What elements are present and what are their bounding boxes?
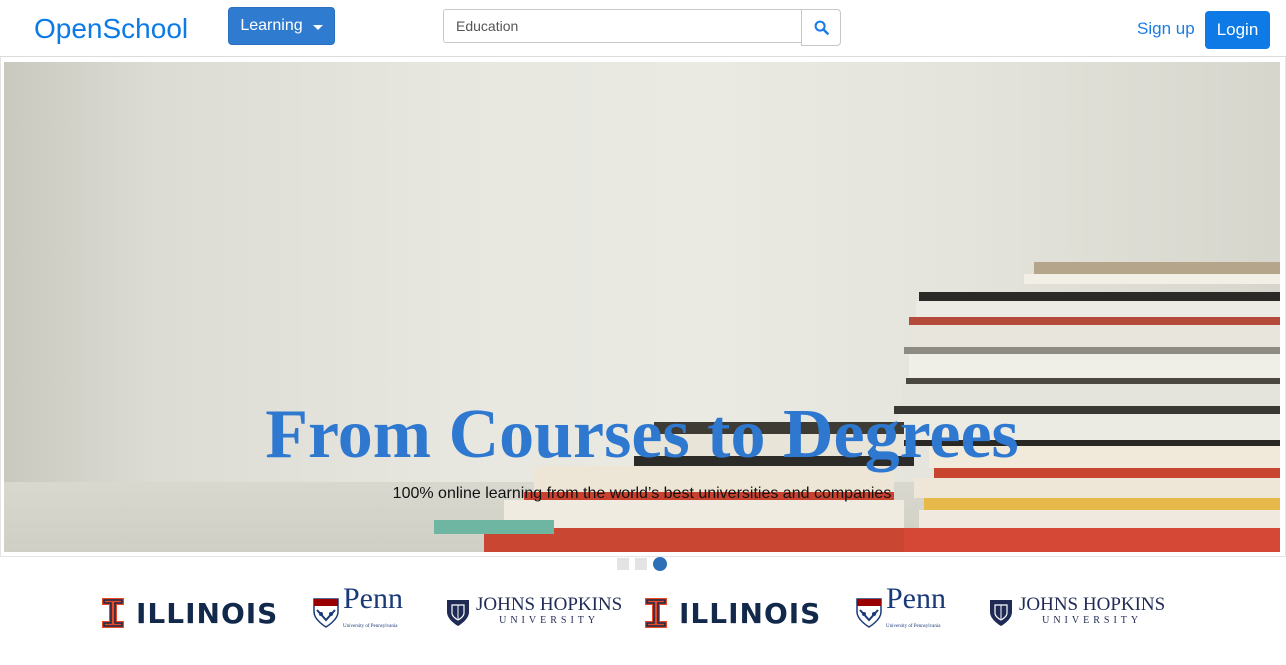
search-input[interactable]: [443, 9, 801, 43]
partner-logos: ILLINOIS Penn University of Pennsylvania…: [0, 584, 1286, 640]
jhu-university: UNIVERSITY: [1042, 615, 1143, 626]
hero-carousel[interactable]: From Courses to Degrees 100% online lear…: [4, 62, 1280, 552]
jhu-name: JOHNS HOPKINS: [1019, 594, 1166, 615]
illinois-logo[interactable]: ILLINOIS: [645, 590, 821, 636]
penn-subtitle: University of Pennsylvania: [886, 624, 941, 629]
johns-hopkins-logo[interactable]: JOHNS HOPKINS UNIVERSITY: [446, 590, 622, 636]
hero-title: From Courses to Degrees: [265, 396, 1019, 473]
jhu-shield-icon: [447, 600, 469, 626]
jhu-shield-icon: [990, 600, 1012, 626]
illinois-wordmark: ILLINOIS: [679, 596, 822, 630]
penn-logo[interactable]: Penn University of Pennsylvania: [313, 584, 403, 636]
book-stack-image: [434, 262, 1280, 552]
penn-shield-icon: [313, 598, 339, 628]
carousel-indicators: [617, 557, 667, 571]
illinois-wordmark: ILLINOIS: [136, 596, 279, 630]
carousel-indicator-3-active[interactable]: [653, 557, 667, 571]
caret-down-icon: [312, 24, 323, 30]
search-group: [443, 9, 841, 47]
jhu-name: JOHNS HOPKINS: [476, 594, 623, 615]
learning-label: Learning: [240, 17, 303, 34]
penn-logo[interactable]: Penn University of Pennsylvania: [856, 584, 946, 636]
jhu-wordmark: JOHNS HOPKINS UNIVERSITY: [1019, 594, 1166, 629]
search-button[interactable]: [801, 9, 841, 46]
brand-logo[interactable]: OpenSchool: [34, 12, 188, 46]
penn-wordmark: Penn University of Pennsylvania: [886, 582, 946, 641]
learning-dropdown-button[interactable]: Learning: [228, 7, 335, 45]
penn-subtitle: University of Pennsylvania: [343, 624, 398, 629]
penn-name: Penn: [343, 582, 403, 615]
login-button[interactable]: Login: [1205, 11, 1270, 49]
johns-hopkins-logo[interactable]: JOHNS HOPKINS UNIVERSITY: [989, 590, 1165, 636]
penn-name: Penn: [886, 582, 946, 615]
jhu-wordmark: JOHNS HOPKINS UNIVERSITY: [476, 594, 623, 629]
jhu-university: UNIVERSITY: [499, 615, 600, 626]
penn-shield-icon: [856, 598, 882, 628]
illinois-logo[interactable]: ILLINOIS: [102, 590, 278, 636]
navbar: OpenSchool Learning Sign up Login: [0, 0, 1286, 57]
carousel-indicator-2[interactable]: [635, 558, 647, 570]
carousel-indicator-1[interactable]: [617, 558, 629, 570]
signup-link[interactable]: Sign up: [1137, 19, 1195, 39]
illinois-block-i-icon: [645, 598, 667, 628]
hero-subtitle: 100% online learning from the world’s be…: [392, 485, 892, 502]
illinois-block-i-icon: [102, 598, 124, 628]
penn-wordmark: Penn University of Pennsylvania: [343, 582, 403, 641]
search-icon: [814, 20, 829, 35]
